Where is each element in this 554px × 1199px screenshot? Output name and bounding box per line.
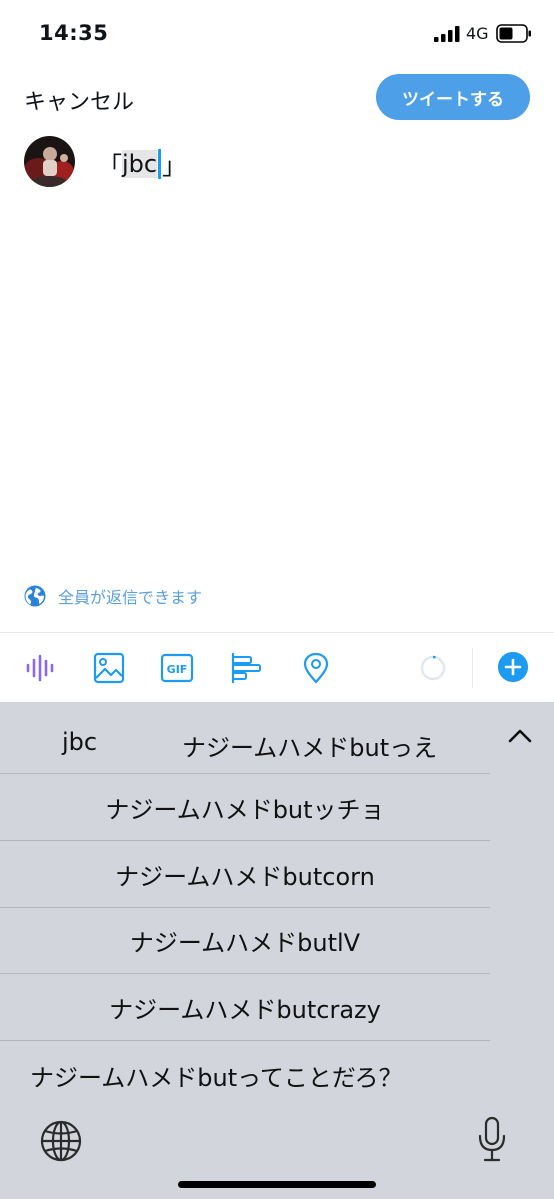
status-time: 14:35 — [39, 21, 109, 45]
globe-icon — [24, 585, 46, 607]
chevron-up-icon[interactable] — [506, 724, 534, 748]
char-count-ring — [420, 655, 446, 681]
gif-icon[interactable]: GIF — [160, 652, 194, 684]
candidate-item[interactable]: ナジームハメドbutッチョ — [0, 775, 490, 841]
reply-setting-label: 全員が返信できます — [58, 588, 203, 607]
network-label: 4G — [466, 24, 489, 43]
compose-toolbar: GIF — [0, 634, 554, 702]
candidate-jbc[interactable]: jbc — [62, 728, 97, 756]
tweet-text-input[interactable]: 「 jbc 」 — [98, 146, 186, 181]
keyboard-candidates-panel: jbc ナジームハメドbutっえ ナジームハメドbutッチョ ナジームハメドbu… — [0, 702, 554, 1199]
open-bracket: 「 — [98, 152, 122, 180]
poll-icon[interactable] — [230, 652, 264, 684]
microphone-icon[interactable] — [476, 1116, 508, 1164]
tweet-button[interactable]: ツイートする — [376, 74, 530, 120]
add-tweet-icon[interactable] — [498, 652, 528, 682]
status-bar: 14:35 4G — [0, 0, 554, 64]
location-icon[interactable] — [299, 652, 333, 684]
gif-label: GIF — [167, 663, 188, 676]
battery-icon — [496, 24, 531, 43]
reply-setting-button[interactable]: 全員が返信できます — [24, 584, 202, 608]
image-icon[interactable] — [92, 652, 126, 684]
toolbar-separator — [472, 648, 473, 688]
avatar — [24, 136, 75, 187]
cancel-button[interactable]: キャンセル — [24, 84, 134, 116]
home-indicator[interactable] — [178, 1181, 376, 1188]
candidate-item[interactable]: ナジームハメドbutっえ — [182, 728, 437, 763]
candidate-item[interactable]: ナジームハメドbutlV — [0, 908, 490, 974]
text-caret — [158, 148, 162, 179]
candidate-item[interactable]: ナジームハメドbutcrazy — [0, 975, 490, 1041]
compose-tweet-screen: 14:35 4G キャンセル ツイートする 「 jbc 」 全員が返信できます … — [0, 0, 554, 1199]
globe-icon[interactable] — [40, 1120, 82, 1162]
candidate-item[interactable]: ナジームハメドbutcorn — [0, 842, 490, 908]
selected-text: jbc — [122, 149, 158, 178]
toolbar-divider — [0, 632, 554, 633]
voice-icon[interactable] — [24, 652, 58, 684]
close-bracket: 」 — [162, 152, 187, 180]
signal-icon — [434, 26, 460, 42]
candidate-item[interactable]: ナジームハメドbutってことだろ？ — [0, 1042, 554, 1108]
candidate-row-top: jbc ナジームハメドbutっえ — [0, 708, 490, 774]
